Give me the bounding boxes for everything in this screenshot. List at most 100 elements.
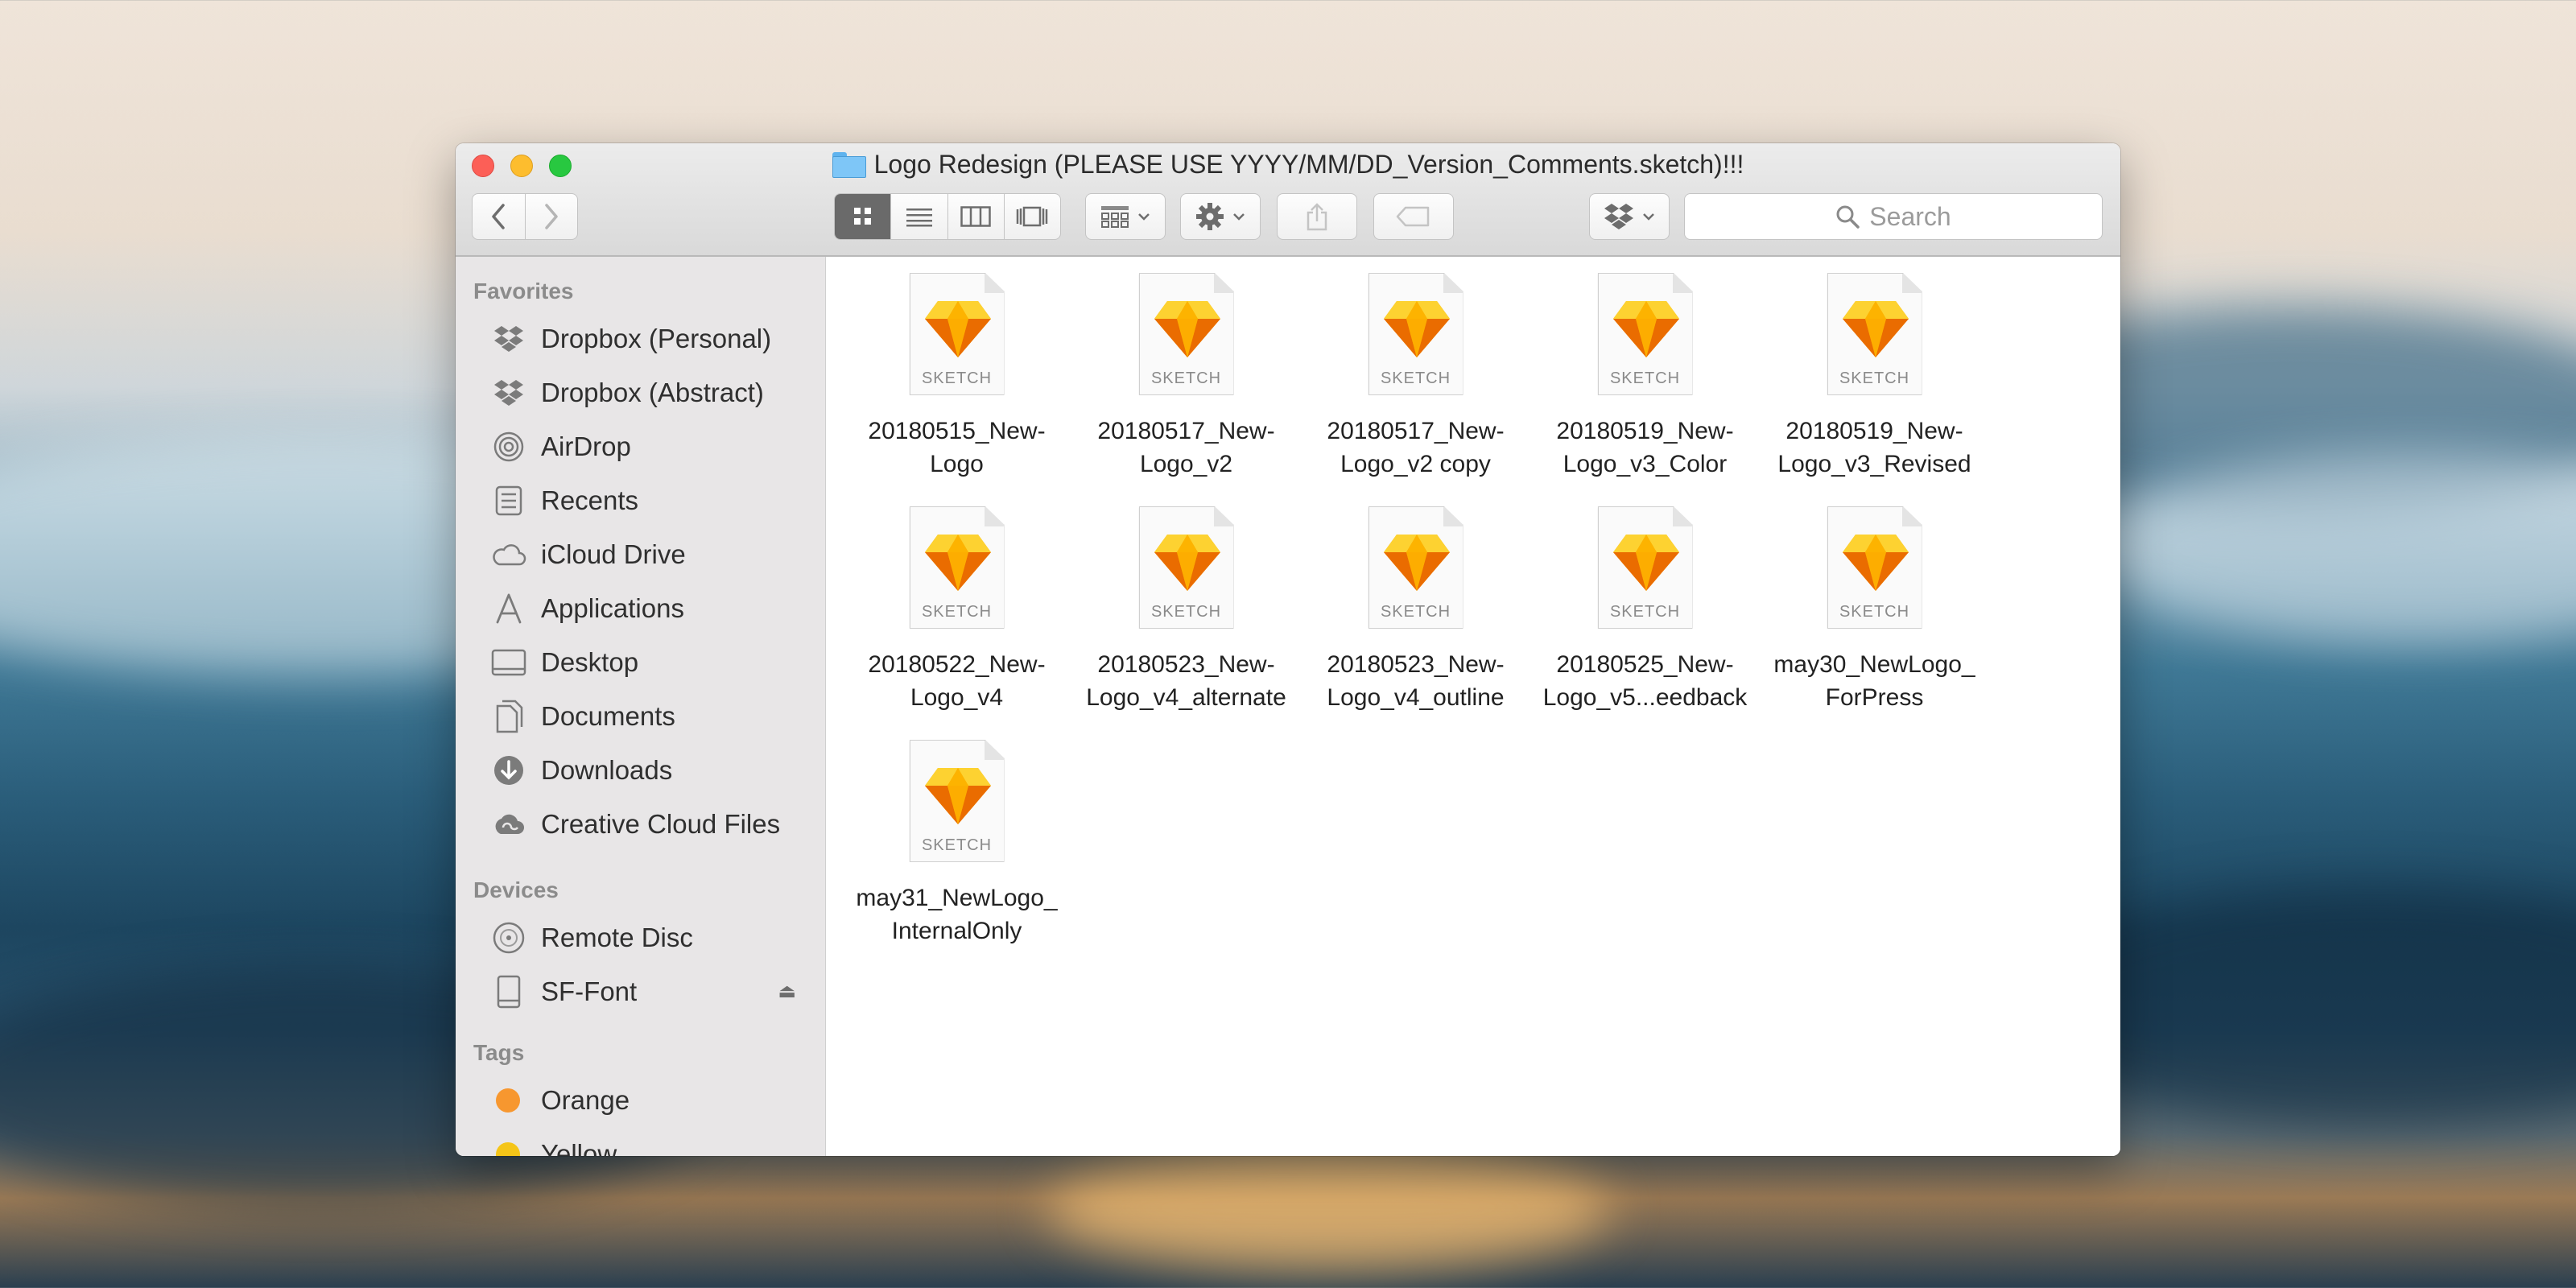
group-by-button[interactable] [1085, 193, 1166, 240]
file-item[interactable]: SKETCH 20180515_New- Logo [842, 273, 1071, 506]
search-field[interactable]: Search [1684, 193, 2103, 240]
file-name-line1: 20180519_New- [1556, 418, 1734, 444]
sidebar-item-desktop[interactable]: Desktop [456, 635, 825, 689]
sidebar-item-label: SF-Font [541, 976, 638, 1006]
documents-icon [491, 699, 526, 734]
forward-button[interactable] [526, 194, 578, 239]
sidebar-item-airdrop[interactable]: AirDrop [456, 419, 825, 473]
file-type-label: SKETCH [1839, 369, 1910, 387]
file-name-line1: 20180517_New- [1327, 418, 1505, 444]
sidebar-item-dropbox-abstract[interactable]: Dropbox (Abstract) [456, 365, 825, 419]
cover-flow-icon [1017, 206, 1048, 227]
sidebar-item-creative-cloud-files[interactable]: Creative Cloud Files [456, 797, 825, 851]
dropbox-icon [491, 321, 526, 357]
sidebar-item-remote-disc[interactable]: Remote Disc [456, 910, 825, 964]
finder-window: Logo Redesign (PLEASE USE YYYY/MM/DD_Ver… [456, 143, 2120, 1156]
dropbox-menu-button[interactable] [1589, 193, 1670, 240]
sidebar-item-label: Recents [541, 485, 639, 515]
sidebar-item-label: iCloud Drive [541, 539, 686, 569]
file-name: 20180519_New- Logo_v3_Color [1533, 415, 1758, 481]
sidebar-item-label: Remote Disc [541, 922, 693, 952]
sidebar-item-label: Applications [541, 592, 684, 623]
file-item[interactable]: SKETCH 20180525_New- Logo_v5...eedback [1530, 506, 1760, 740]
gear-icon [1196, 203, 1224, 230]
file-name-line1: 20180515_New- [868, 418, 1046, 444]
file-name-line2: Logo_v4_outline [1327, 684, 1505, 711]
sketch-file-icon: SKETCH [1138, 506, 1234, 629]
column-view-button[interactable] [948, 194, 1005, 239]
search-placeholder: Search [1869, 201, 1951, 231]
sketch-file-icon: SKETCH [1138, 273, 1234, 395]
sidebar: Favorites Dropbox (Personal) Dropbox (Ab… [456, 257, 826, 1156]
devices-heading: Devices [473, 877, 559, 902]
toolbar: Search [456, 193, 2120, 243]
file-name: 20180523_New- Logo_v4_alternate [1074, 648, 1299, 714]
chevron-down-icon [1233, 213, 1245, 221]
file-type-label: SKETCH [1150, 369, 1222, 387]
file-item[interactable]: SKETCH 20180522_New- Logo_v4 [842, 506, 1071, 740]
sidebar-item-recents[interactable]: Recents [456, 473, 825, 527]
action-button[interactable] [1180, 193, 1261, 240]
icon-view-button[interactable] [835, 194, 892, 239]
recents-icon [491, 483, 526, 518]
file-name-line1: 20180523_New- [1327, 651, 1505, 678]
sketch-file-icon: SKETCH [909, 273, 1005, 395]
file-name: 20180525_New- Logo_v5...eedback [1533, 648, 1758, 714]
sidebar-item-label: Orange [541, 1084, 630, 1115]
file-name-line1: may30_NewLogo_ [1773, 651, 1975, 678]
file-grid: SKETCH 20180515_New- Logo SKETCH 2018051… [842, 273, 1989, 973]
sidebar-item-documents[interactable]: Documents [456, 689, 825, 743]
file-item[interactable]: SKETCH may30_NewLogo_ ForPress [1760, 506, 1989, 740]
orange-tag-dot [496, 1088, 520, 1113]
search-icon [1836, 205, 1860, 229]
file-name-line2: Logo_v2 copy [1340, 451, 1491, 477]
file-name-line2: Logo [930, 451, 984, 477]
file-type-label: SKETCH [1380, 603, 1451, 621]
file-name-line2: Logo_v4_alternate [1086, 684, 1286, 711]
sidebar-item-applications[interactable]: Applications [456, 581, 825, 635]
eject-icon[interactable]: ⏏ [778, 980, 796, 1003]
file-item[interactable]: SKETCH 20180523_New- Logo_v4_outline [1301, 506, 1530, 740]
file-type-label: SKETCH [921, 603, 993, 621]
file-name-line1: may31_NewLogo_ [856, 885, 1058, 911]
sidebar-item-dropbox-personal[interactable]: Dropbox (Personal) [456, 312, 825, 365]
airdrop-icon [491, 429, 526, 464]
tag-icon [1396, 206, 1430, 227]
file-name-line2: Logo_v4 [910, 684, 1004, 711]
file-name: 20180515_New- Logo [844, 415, 1070, 481]
cloud-icon [491, 537, 526, 572]
chevron-down-icon [1643, 213, 1654, 221]
sidebar-item-tag-orange[interactable]: Orange [456, 1073, 825, 1127]
sidebar-item-label: Yellow [541, 1138, 617, 1157]
file-item[interactable]: SKETCH may31_NewLogo_ InternalOnly [842, 740, 1071, 973]
disc-icon [491, 920, 526, 956]
file-item[interactable]: SKETCH 20180523_New- Logo_v4_alternate [1071, 506, 1301, 740]
share-icon [1307, 203, 1327, 231]
gallery-view-button[interactable] [1005, 194, 1060, 239]
file-item[interactable]: SKETCH 20180519_New- Logo_v3_Revised [1760, 273, 1989, 506]
edit-tags-button[interactable] [1373, 193, 1454, 240]
list-view-button[interactable] [891, 194, 948, 239]
share-button[interactable] [1277, 193, 1357, 240]
file-item[interactable]: SKETCH 20180517_New- Logo_v2 [1071, 273, 1301, 506]
downloads-icon [491, 753, 526, 788]
file-type-label: SKETCH [921, 369, 993, 387]
sidebar-item-downloads[interactable]: Downloads [456, 743, 825, 797]
file-item[interactable]: SKETCH 20180519_New- Logo_v3_Color [1530, 273, 1760, 506]
sidebar-item-tag-yellow[interactable]: Yellow [456, 1127, 825, 1156]
folder-icon [832, 151, 866, 178]
file-name-line2: ForPress [1825, 684, 1924, 711]
sidebar-item-sf-font[interactable]: SF-Font ⏏ [456, 964, 825, 1018]
icon-grid-icon [853, 208, 871, 225]
file-name: 20180519_New- Logo_v3_Revised [1762, 415, 1988, 481]
file-name: 20180522_New- Logo_v4 [844, 648, 1070, 714]
file-item[interactable]: SKETCH 20180517_New- Logo_v2 copy [1301, 273, 1530, 506]
file-type-label: SKETCH [1380, 369, 1451, 387]
file-name-line2: Logo_v3_Revised [1777, 451, 1971, 477]
dropbox-icon [1604, 204, 1633, 229]
back-button[interactable] [473, 194, 526, 239]
file-name: may31_NewLogo_ InternalOnly [844, 881, 1070, 947]
sketch-file-icon: SKETCH [1827, 506, 1922, 629]
sidebar-item-icloud-drive[interactable]: iCloud Drive [456, 527, 825, 581]
yellow-tag-dot [496, 1141, 520, 1156]
